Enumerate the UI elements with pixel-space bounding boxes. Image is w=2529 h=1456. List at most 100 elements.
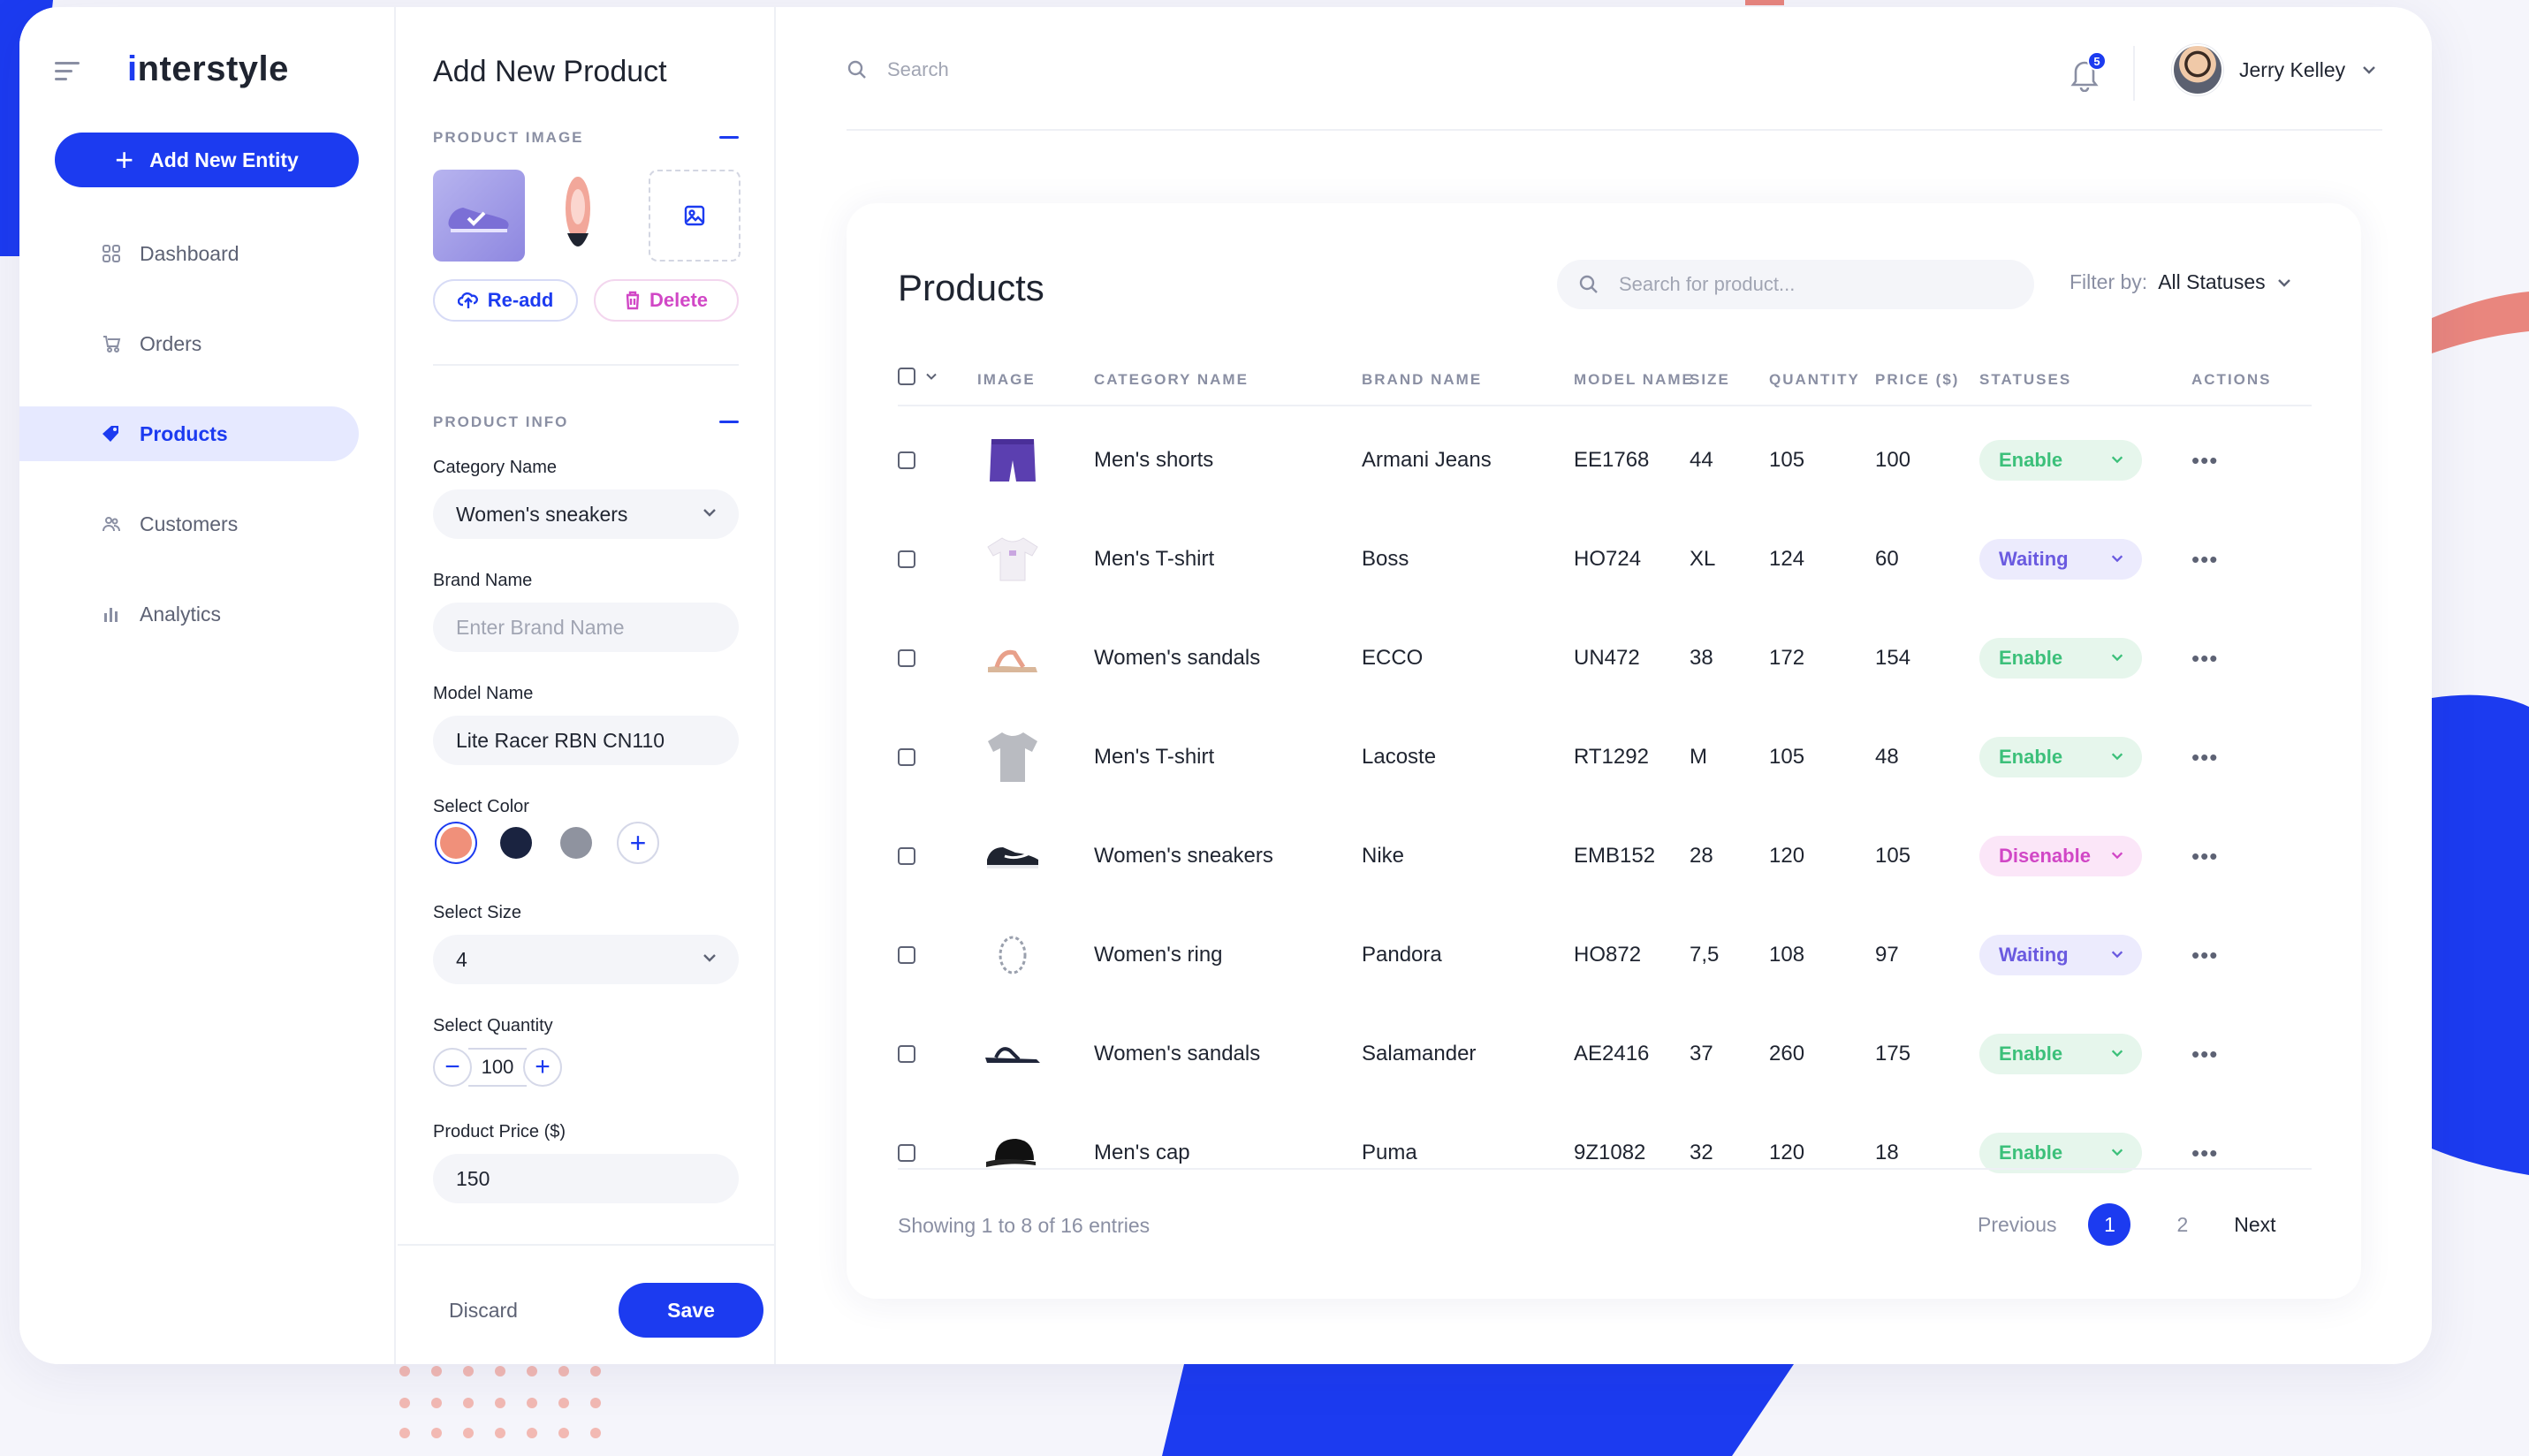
discard-button[interactable]: Discard [433, 1283, 534, 1338]
page-button-current[interactable]: 1 [2088, 1203, 2131, 1246]
column-header[interactable]: BRAND NAME [1362, 371, 1482, 389]
column-header[interactable]: ACTIONS [2191, 371, 2272, 389]
row-select[interactable] [898, 712, 915, 802]
row-select[interactable] [898, 514, 915, 604]
color-swatch[interactable] [500, 827, 532, 859]
notification-badge: 5 [2087, 51, 2107, 71]
sidebar-item-customers[interactable]: Customers [19, 497, 394, 551]
status-dropdown[interactable]: Waiting [1979, 935, 2142, 975]
row-select[interactable] [898, 613, 915, 703]
category-select[interactable]: Women's sneakers [433, 489, 739, 539]
search-icon [1579, 275, 1598, 293]
brand-input[interactable]: Enter Brand Name [433, 603, 739, 652]
column-header[interactable]: QUANTITY [1769, 371, 1860, 389]
sidebar-item-label: Analytics [140, 602, 222, 626]
add-new-entity-button[interactable]: + Add New Entity [55, 133, 359, 187]
table-row[interactable]: Women's sandals ECCO UN472 38 172 154 En… [898, 613, 2312, 703]
row-actions-button[interactable]: ••• [2191, 1108, 2218, 1198]
status-dropdown[interactable]: Enable [1979, 440, 2142, 481]
row-select[interactable] [898, 910, 915, 1000]
sidebar-item-orders[interactable]: Orders [19, 316, 394, 371]
sidebar-item-products[interactable]: Products [19, 406, 359, 461]
column-header[interactable]: PRICE ($) [1875, 371, 1959, 389]
table-row[interactable]: Men's T-shirt Lacoste RT1292 M 105 48 En… [898, 712, 2312, 802]
size-select[interactable]: 4 [433, 935, 739, 984]
row-actions-button[interactable]: ••• [2191, 910, 2218, 1000]
plus-icon: + [629, 826, 647, 859]
row-actions-button[interactable]: ••• [2191, 415, 2218, 505]
column-header[interactable]: CATEGORY NAME [1094, 371, 1249, 389]
select-all[interactable] [898, 368, 938, 385]
row-checkbox[interactable] [898, 451, 915, 469]
select-all-checkbox[interactable] [898, 368, 915, 385]
notifications-button[interactable]: 5 [2070, 51, 2107, 93]
row-select[interactable] [898, 1009, 915, 1099]
table-row[interactable]: Men's T-shirt Boss HO724 XL 124 60 Waiti… [898, 514, 2312, 604]
row-checkbox[interactable] [898, 847, 915, 865]
product-image-thumb-selected[interactable] [433, 170, 525, 262]
brand-cell: Armani Jeans [1362, 448, 1492, 472]
row-actions-button[interactable]: ••• [2191, 811, 2218, 901]
row-checkbox[interactable] [898, 649, 915, 667]
table-row[interactable]: Men's cap Puma 9Z1082 32 120 18 Enable •… [898, 1108, 2312, 1198]
table-header: IMAGE CATEGORY NAME BRAND NAME MODEL NAM… [898, 352, 2312, 406]
table-row[interactable]: Men's shorts Armani Jeans EE1768 44 105 … [898, 415, 2312, 505]
bar-chart-icon [101, 603, 122, 625]
logo: interstyle [127, 49, 289, 88]
increment-button[interactable]: + [523, 1048, 562, 1087]
page-button[interactable]: 2 [2176, 1213, 2188, 1237]
row-checkbox[interactable] [898, 550, 915, 568]
price-input[interactable]: 150 [433, 1154, 739, 1203]
status-dropdown[interactable]: Enable [1979, 737, 2142, 777]
brand-cell: Salamander [1362, 1042, 1477, 1065]
status-dropdown[interactable]: Disenable [1979, 836, 2142, 876]
row-checkbox[interactable] [898, 1045, 915, 1063]
delete-image-button[interactable]: Delete [594, 279, 739, 322]
table-row[interactable]: Women's sneakers Nike EMB152 28 120 105 … [898, 811, 2312, 901]
add-image-button[interactable] [649, 170, 740, 262]
chevron-down-icon[interactable] [924, 372, 938, 381]
row-checkbox[interactable] [898, 946, 915, 964]
row-select[interactable] [898, 1108, 915, 1198]
quantity-value[interactable]: 100 [468, 1048, 527, 1087]
status-dropdown[interactable]: Enable [1979, 1034, 2142, 1074]
sidebar-item-dashboard[interactable]: Dashboard [19, 226, 394, 281]
row-checkbox[interactable] [898, 748, 915, 766]
color-swatch[interactable] [560, 827, 592, 859]
product-image-thumb[interactable] [532, 170, 624, 262]
row-select[interactable] [898, 811, 915, 901]
model-input[interactable]: Lite Racer RBN CN110 [433, 716, 739, 765]
row-select[interactable] [898, 415, 915, 505]
brand-cell: Pandora [1362, 943, 1442, 967]
color-swatch-selected[interactable] [440, 827, 472, 859]
decrement-button[interactable]: − [433, 1048, 472, 1087]
save-button[interactable]: Save [619, 1283, 763, 1338]
user-menu[interactable]: Jerry Kelley [2172, 44, 2377, 95]
row-actions-button[interactable]: ••• [2191, 613, 2218, 703]
column-header[interactable]: STATUSES [1979, 371, 2071, 389]
add-color-button[interactable]: + [617, 822, 659, 864]
row-actions-button[interactable]: ••• [2191, 712, 2218, 802]
row-actions-button[interactable]: ••• [2191, 514, 2218, 604]
readd-image-button[interactable]: Re-add [433, 279, 578, 322]
column-header[interactable]: MODEL NAME [1574, 371, 1694, 389]
quantity-cell: 260 [1769, 1042, 1805, 1065]
product-search-input[interactable]: Search for product... [1557, 260, 2034, 309]
previous-page-button[interactable]: Previous [1978, 1213, 2056, 1237]
menu-icon[interactable] [55, 62, 80, 83]
row-actions-button[interactable]: ••• [2191, 1009, 2218, 1099]
table-row[interactable]: Women's sandals Salamander AE2416 37 260… [898, 1009, 2312, 1099]
column-header[interactable]: SIZE [1690, 371, 1730, 389]
global-search-input[interactable]: Search [847, 58, 949, 81]
column-header[interactable]: IMAGE [977, 371, 1036, 389]
collapse-image-section-button[interactable] [719, 136, 739, 139]
status-filter-dropdown[interactable]: Filter by: All Statuses [2070, 270, 2292, 294]
next-page-button[interactable]: Next [2234, 1213, 2275, 1237]
sidebar-item-analytics[interactable]: Analytics [19, 587, 394, 641]
collapse-info-section-button[interactable] [719, 421, 739, 423]
table-row[interactable]: Women's ring Pandora HO872 7,5 108 97 Wa… [898, 910, 2312, 1000]
status-dropdown[interactable]: Enable [1979, 638, 2142, 679]
status-dropdown[interactable]: Waiting [1979, 539, 2142, 580]
quantity-cell: 108 [1769, 943, 1805, 967]
row-checkbox[interactable] [898, 1144, 915, 1162]
